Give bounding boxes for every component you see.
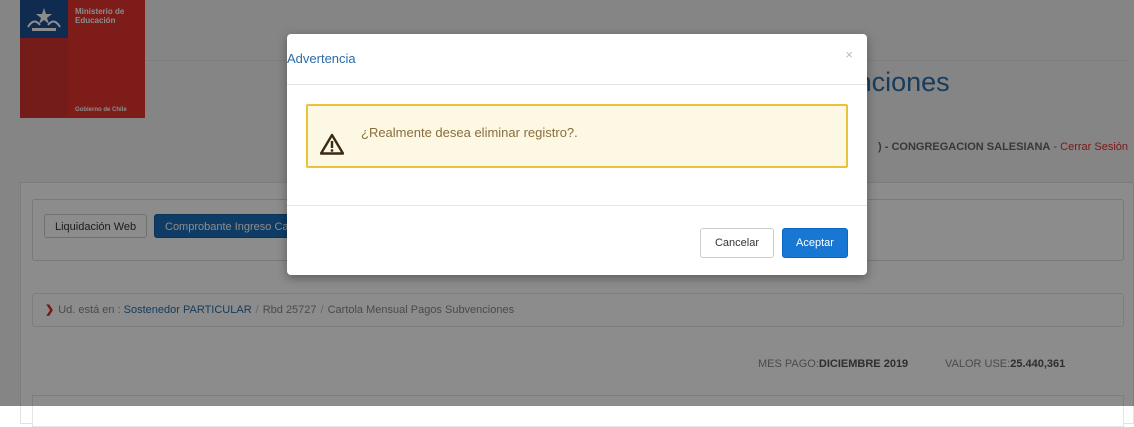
modal-footer: Cancelar Aceptar <box>287 205 867 276</box>
modal-title: Advertencia <box>287 51 356 66</box>
cancel-button[interactable]: Cancelar <box>700 228 774 258</box>
close-icon[interactable]: × <box>845 47 853 62</box>
modal-header: Advertencia × <box>287 34 867 85</box>
warning-message: ¿Realmente desea eliminar registro?. <box>361 125 578 140</box>
warning-icon <box>320 133 344 155</box>
warning-modal: Advertencia × ¿Realmente desea eliminar … <box>287 34 867 275</box>
accept-button[interactable]: Aceptar <box>782 228 848 258</box>
warning-alert: ¿Realmente desea eliminar registro?. <box>306 104 848 168</box>
